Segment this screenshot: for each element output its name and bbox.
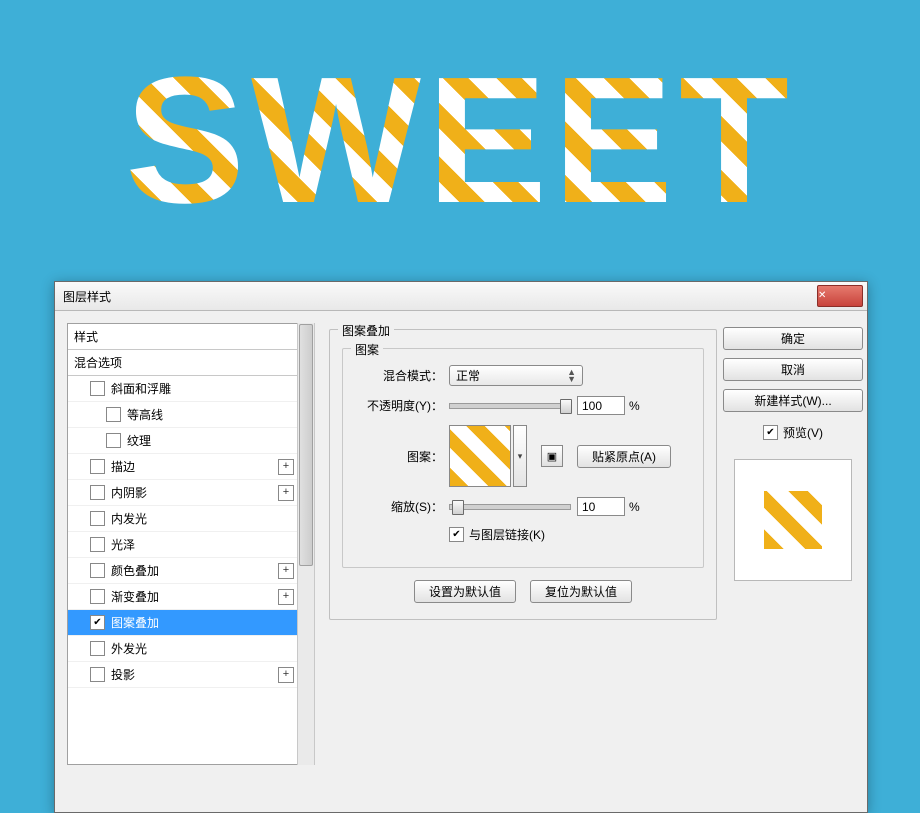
checkbox[interactable] xyxy=(90,589,105,604)
snap-origin-button[interactable]: 贴紧原点(A) xyxy=(577,445,671,468)
percent-label: % xyxy=(629,399,640,413)
checkbox[interactable] xyxy=(90,485,105,500)
checkbox-checked[interactable] xyxy=(90,615,105,630)
style-item-inner-glow[interactable]: 内发光 xyxy=(68,506,300,532)
settings-panel: 图案叠加 图案 混合模式： 正常 ▲▼ 不透明度(Y)： xyxy=(301,323,731,807)
list-item-label: 投影 xyxy=(111,666,135,683)
action-panel: 确定 取消 新建样式(W)... 预览(V) xyxy=(731,323,855,807)
plus-icon[interactable]: + xyxy=(278,459,294,475)
opacity-input[interactable]: 100 xyxy=(577,396,625,415)
blend-mode-label: 混合模式： xyxy=(355,367,449,384)
blend-options-label: 混合选项 xyxy=(74,354,122,371)
styles-list: 样式 混合选项 斜面和浮雕 等高线 纹理 描边 + xyxy=(67,323,301,765)
cancel-button[interactable]: 取消 xyxy=(723,358,863,381)
blend-mode-value: 正常 xyxy=(456,367,480,384)
style-item-pattern-overlay[interactable]: 图案叠加 xyxy=(68,610,300,636)
list-item-label: 纹理 xyxy=(127,432,151,449)
dialog-title: 图层样式 xyxy=(63,288,817,305)
checkbox[interactable] xyxy=(106,433,121,448)
list-item-label: 颜色叠加 xyxy=(111,562,159,579)
canvas-text: SWEET xyxy=(125,37,795,244)
blend-mode-select[interactable]: 正常 ▲▼ xyxy=(449,365,583,386)
checkbox[interactable] xyxy=(90,563,105,578)
close-button[interactable]: ✕ xyxy=(817,285,863,307)
style-item-color-overlay[interactable]: 颜色叠加 + xyxy=(68,558,300,584)
pattern-group-title: 图案 xyxy=(351,341,383,358)
checkbox[interactable] xyxy=(90,537,105,552)
checkbox[interactable] xyxy=(90,667,105,682)
section-title: 图案叠加 xyxy=(338,322,394,339)
style-item-gradient-overlay[interactable]: 渐变叠加 + xyxy=(68,584,300,610)
opacity-label: 不透明度(Y)： xyxy=(355,397,449,414)
reset-default-button[interactable]: 复位为默认值 xyxy=(530,580,632,603)
chevron-updown-icon: ▲▼ xyxy=(567,369,576,383)
checkbox[interactable] xyxy=(106,407,121,422)
new-style-button[interactable]: 新建样式(W)... xyxy=(723,389,863,412)
scale-row: 缩放(S)： 10 % xyxy=(355,497,691,516)
style-item-drop-shadow[interactable]: 投影 + xyxy=(68,662,300,688)
style-item-stroke[interactable]: 描边 + xyxy=(68,454,300,480)
slider-knob[interactable] xyxy=(452,500,464,515)
opacity-slider[interactable] xyxy=(449,403,571,409)
plus-icon[interactable]: + xyxy=(278,589,294,605)
style-item-outer-glow[interactable]: 外发光 xyxy=(68,636,300,662)
checkbox[interactable] xyxy=(90,381,105,396)
preview-checkbox[interactable] xyxy=(763,425,778,440)
close-icon: ✕ xyxy=(818,291,862,301)
scale-input[interactable]: 10 xyxy=(577,497,625,516)
link-label: 与图层链接(K) xyxy=(469,526,545,543)
default-buttons: 设置为默认值 复位为默认值 xyxy=(342,580,704,603)
link-row: 与图层链接(K) xyxy=(355,526,691,543)
pattern-label: 图案： xyxy=(355,448,449,465)
ok-button[interactable]: 确定 xyxy=(723,327,863,350)
opacity-row: 不透明度(Y)： 100 % xyxy=(355,396,691,415)
canvas-preview: SWEET xyxy=(0,0,920,280)
list-item-label: 光泽 xyxy=(111,536,135,553)
set-default-button[interactable]: 设置为默认值 xyxy=(414,580,516,603)
preview-label: 预览(V) xyxy=(783,424,823,441)
scale-slider[interactable] xyxy=(449,504,571,510)
link-checkbox[interactable] xyxy=(449,527,464,542)
styles-header[interactable]: 样式 xyxy=(68,324,300,350)
list-item-label: 描边 xyxy=(111,458,135,475)
list-item-label: 外发光 xyxy=(111,640,147,657)
style-item-inner-shadow[interactable]: 内阴影 + xyxy=(68,480,300,506)
blend-mode-row: 混合模式： 正常 ▲▼ xyxy=(355,365,691,386)
preview-swatch xyxy=(764,491,822,549)
layer-style-dialog: 图层样式 ✕ 样式 混合选项 斜面和浮雕 等高线 纹理 xyxy=(54,281,868,813)
list-item-label: 斜面和浮雕 xyxy=(111,380,171,397)
list-item-label: 渐变叠加 xyxy=(111,588,159,605)
blend-options-header[interactable]: 混合选项 xyxy=(68,350,300,376)
styles-header-label: 样式 xyxy=(74,328,98,345)
style-item-satin[interactable]: 光泽 xyxy=(68,532,300,558)
preview-toggle-row: 预览(V) xyxy=(763,424,823,441)
pattern-row: 图案： ▾ ▣ 贴紧原点(A) xyxy=(355,425,691,487)
titlebar[interactable]: 图层样式 ✕ xyxy=(55,282,867,311)
checkbox[interactable] xyxy=(90,459,105,474)
slider-knob[interactable] xyxy=(560,399,572,414)
plus-icon[interactable]: + xyxy=(278,667,294,683)
plus-icon[interactable]: + xyxy=(278,563,294,579)
pattern-group: 图案 混合模式： 正常 ▲▼ 不透明度(Y)： 100 xyxy=(342,348,704,568)
list-item-label: 内发光 xyxy=(111,510,147,527)
pattern-swatch[interactable] xyxy=(449,425,511,487)
scale-label: 缩放(S)： xyxy=(355,498,449,515)
new-pattern-icon[interactable]: ▣ xyxy=(541,445,563,467)
checkbox[interactable] xyxy=(90,511,105,526)
list-item-label: 内阴影 xyxy=(111,484,147,501)
percent-label: % xyxy=(629,500,640,514)
style-item-bevel[interactable]: 斜面和浮雕 xyxy=(68,376,300,402)
dialog-body: 样式 混合选项 斜面和浮雕 等高线 纹理 描边 + xyxy=(55,311,867,807)
pattern-dropdown[interactable]: ▾ xyxy=(513,425,527,487)
plus-icon[interactable]: + xyxy=(278,485,294,501)
list-item-label: 图案叠加 xyxy=(111,614,159,631)
pattern-overlay-group: 图案叠加 图案 混合模式： 正常 ▲▼ 不透明度(Y)： xyxy=(329,329,717,620)
list-item-label: 等高线 xyxy=(127,406,163,423)
preview-box xyxy=(734,459,852,581)
style-item-contour[interactable]: 等高线 xyxy=(68,402,300,428)
style-item-texture[interactable]: 纹理 xyxy=(68,428,300,454)
checkbox[interactable] xyxy=(90,641,105,656)
